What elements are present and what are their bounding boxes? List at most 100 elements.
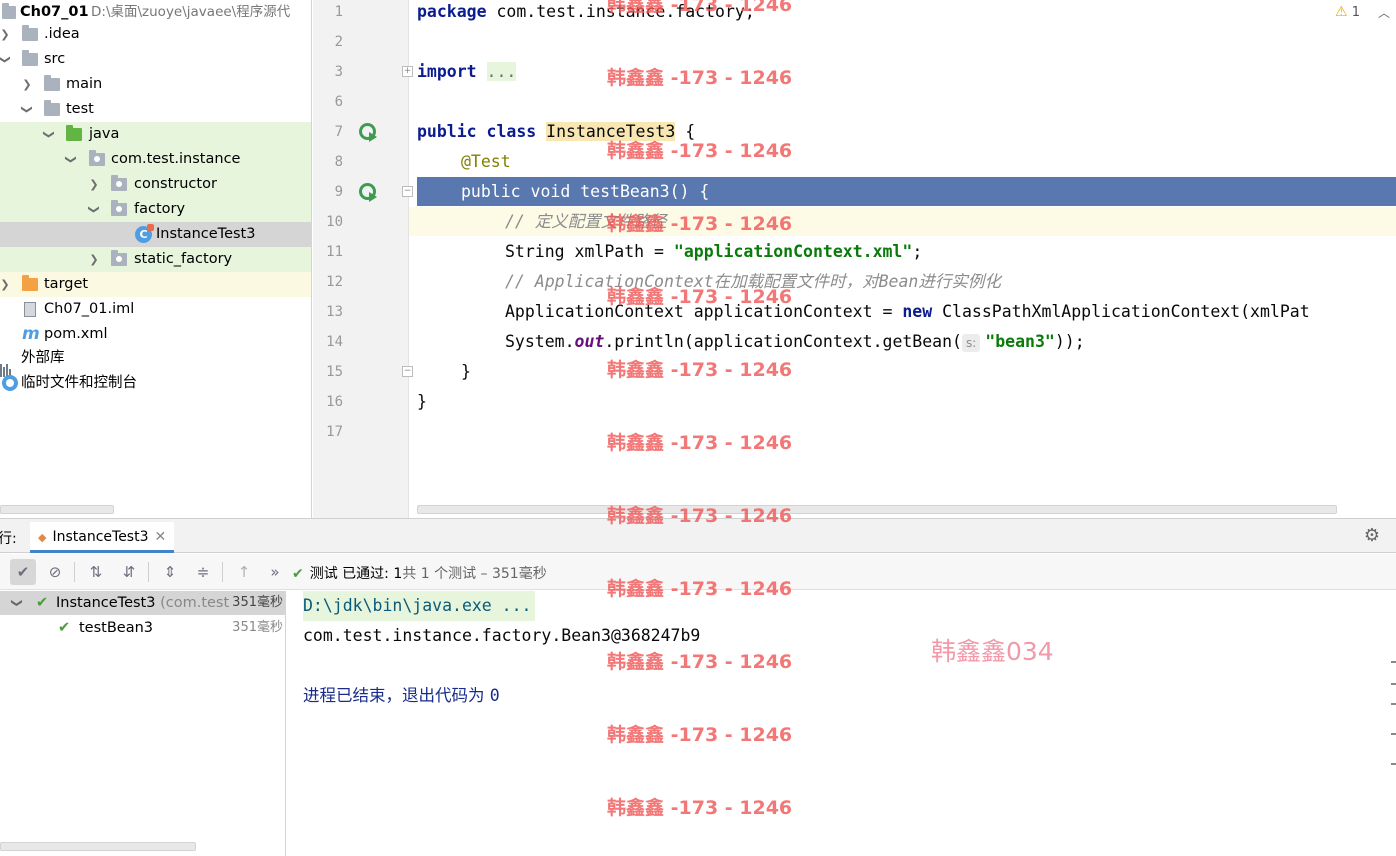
chevron-down-icon[interactable]: ❯ (82, 203, 107, 217)
toolbar-separator (148, 562, 149, 582)
more-actions-icon[interactable]: » (262, 559, 288, 585)
chevron-down-icon[interactable]: ❯ (0, 53, 18, 67)
tree-item-src[interactable]: ❯ src (0, 47, 311, 72)
line-number: 13 (326, 304, 343, 320)
console-output[interactable]: D:\jdk\bin\java.exe ... com.test.instanc… (287, 591, 1396, 856)
tree-item-label: constructor (134, 176, 217, 192)
fold-toggle-icon[interactable]: + (402, 66, 413, 77)
test-row-class[interactable]: ❯ ✔ InstanceTest3 (com.test 351毫秒 (0, 591, 286, 615)
tree-item-label: .idea (44, 26, 80, 42)
test-status: ✔ 测试 已通过: 1共 1 个测试 – 351毫秒 (292, 563, 547, 583)
test-folder-icon (66, 125, 82, 141)
code-line-9: public void testBean3() { (461, 182, 710, 201)
folder-icon (44, 100, 60, 116)
close-icon[interactable]: ✕ (155, 529, 167, 545)
tree-item-pom[interactable]: m pom.xml (0, 322, 311, 347)
run-tool-label: 行: (0, 531, 17, 547)
test-row-method[interactable]: ✔ testBean3 351毫秒 (0, 616, 286, 640)
tree-item-main[interactable]: ❯ main (0, 72, 311, 97)
tree-item-java[interactable]: ❯ java (0, 122, 311, 147)
chevron-down-icon[interactable]: ❯ (37, 128, 62, 142)
console-side-mark (1391, 703, 1396, 705)
code-editor[interactable]: 1 2 3 6 7 8 9 10 11 12 13 14 15 16 17 + … (313, 0, 1396, 518)
tree-item-factory[interactable]: ❯ factory (0, 197, 311, 222)
tree-item-target[interactable]: ❯ target (0, 272, 311, 297)
code-line-15: } (461, 362, 471, 381)
chevron-right-icon[interactable]: ❯ (87, 172, 101, 197)
line-number: 10 (326, 214, 343, 230)
module-file-icon (24, 302, 36, 317)
tests-horizontal-scrollbar[interactable] (0, 842, 196, 851)
tab-instancetest3[interactable]: ◆ InstanceTest3 ✕ (30, 522, 175, 553)
tab-label: InstanceTest3 (52, 529, 149, 545)
run-test-class-icon[interactable] (359, 123, 377, 142)
caret-line-highlight (313, 207, 1396, 236)
collapse-all-icon[interactable]: ≑ (190, 559, 216, 585)
fold-toggle-icon[interactable]: − (402, 366, 413, 377)
tree-item-scratches[interactable]: 临时文件和控制台 (0, 371, 311, 396)
tree-item-label: java (89, 126, 120, 142)
tree-item-idea[interactable]: ❯ .idea (0, 22, 311, 47)
run-test-method-icon[interactable] (359, 183, 377, 202)
tree-item-label: InstanceTest3 (156, 226, 256, 242)
folder-icon (22, 50, 38, 66)
chevron-up-icon[interactable]: ︿ (1378, 4, 1390, 21)
folder-icon (22, 25, 38, 41)
console-exit-line: 进程已结束，退出代码为 0 (303, 686, 500, 705)
sort-alphabetically-icon[interactable]: ⇅ (83, 559, 109, 585)
tree-item-instancetest3[interactable]: C InstanceTest3 (0, 222, 311, 247)
console-command[interactable]: D:\jdk\bin\java.exe ... (303, 591, 536, 621)
code-line-13: ApplicationContext applicationContext = … (505, 302, 1310, 321)
chevron-right-icon[interactable]: ❯ (20, 72, 34, 97)
tree-item-label: test (66, 101, 94, 117)
line-number: 6 (334, 94, 343, 110)
warning-icon: ⚠ (1335, 4, 1348, 20)
editor-horizontal-scrollbar[interactable] (417, 505, 1337, 514)
tree-item-static-factory[interactable]: ❯ static_factory (0, 247, 311, 272)
warning-count: 1 (1351, 5, 1360, 20)
editor-gutter: 1 2 3 6 7 8 9 10 11 12 13 14 15 16 17 + … (313, 0, 413, 518)
chevron-right-icon[interactable]: ❯ (0, 22, 12, 47)
tree-item-constructor[interactable]: ❯ constructor (0, 172, 311, 197)
tree-item-label: src (44, 51, 66, 67)
console-side-mark (1391, 763, 1396, 765)
console-side-mark (1391, 661, 1396, 663)
folder-icon (44, 75, 60, 91)
test-duration: 351毫秒 (232, 620, 283, 635)
parameter-hint: s: (961, 334, 981, 352)
chevron-down-icon[interactable]: ❯ (5, 598, 29, 607)
tree-item-package[interactable]: ❯ com.test.instance (0, 147, 311, 172)
tree-item-external-libraries[interactable]: 外部库 (0, 346, 311, 377)
status-label: 测试 已通过: 1 (309, 566, 403, 582)
inspection-widget[interactable]: ⚠ 1 (1335, 4, 1360, 20)
maven-icon: m (22, 324, 40, 344)
gear-icon[interactable]: ⚙ (1364, 525, 1380, 546)
chevron-right-icon[interactable]: ❯ (0, 272, 12, 297)
project-horizontal-scrollbar[interactable] (0, 505, 114, 514)
show-passed-icon[interactable]: ✔ (10, 559, 36, 585)
previous-failed-icon[interactable]: ↑ (231, 559, 257, 585)
fold-toggle-icon[interactable]: − (402, 186, 413, 197)
console-side-mark (1391, 733, 1396, 735)
line-number: 16 (326, 394, 343, 410)
tree-item-test[interactable]: ❯ test (0, 97, 311, 122)
tree-item-iml[interactable]: Ch07_01.iml (0, 297, 311, 322)
chevron-down-icon[interactable]: ❯ (15, 103, 40, 117)
passed-check-icon: ✔ (58, 620, 71, 636)
show-ignored-icon[interactable]: ⊘ (42, 559, 68, 585)
check-icon: ✔ (292, 566, 304, 582)
chevron-down-icon[interactable]: ❯ (59, 153, 84, 167)
chevron-right-icon[interactable]: ❯ (87, 247, 101, 272)
scratches-icon (2, 375, 18, 391)
folded-imports[interactable]: ... (486, 62, 517, 81)
line-number: 3 (334, 64, 343, 80)
tree-item-label: target (44, 276, 89, 292)
test-name: testBean3 (79, 620, 154, 636)
line-number: 7 (334, 124, 343, 140)
expand-all-icon[interactable]: ⇕ (157, 559, 183, 585)
tree-item-label: main (66, 76, 103, 92)
package-icon (111, 250, 127, 266)
sort-by-duration-icon[interactable]: ⇵ (116, 559, 142, 585)
test-package: (com.test (160, 595, 230, 611)
class-name[interactable]: InstanceTest3 (546, 122, 676, 141)
